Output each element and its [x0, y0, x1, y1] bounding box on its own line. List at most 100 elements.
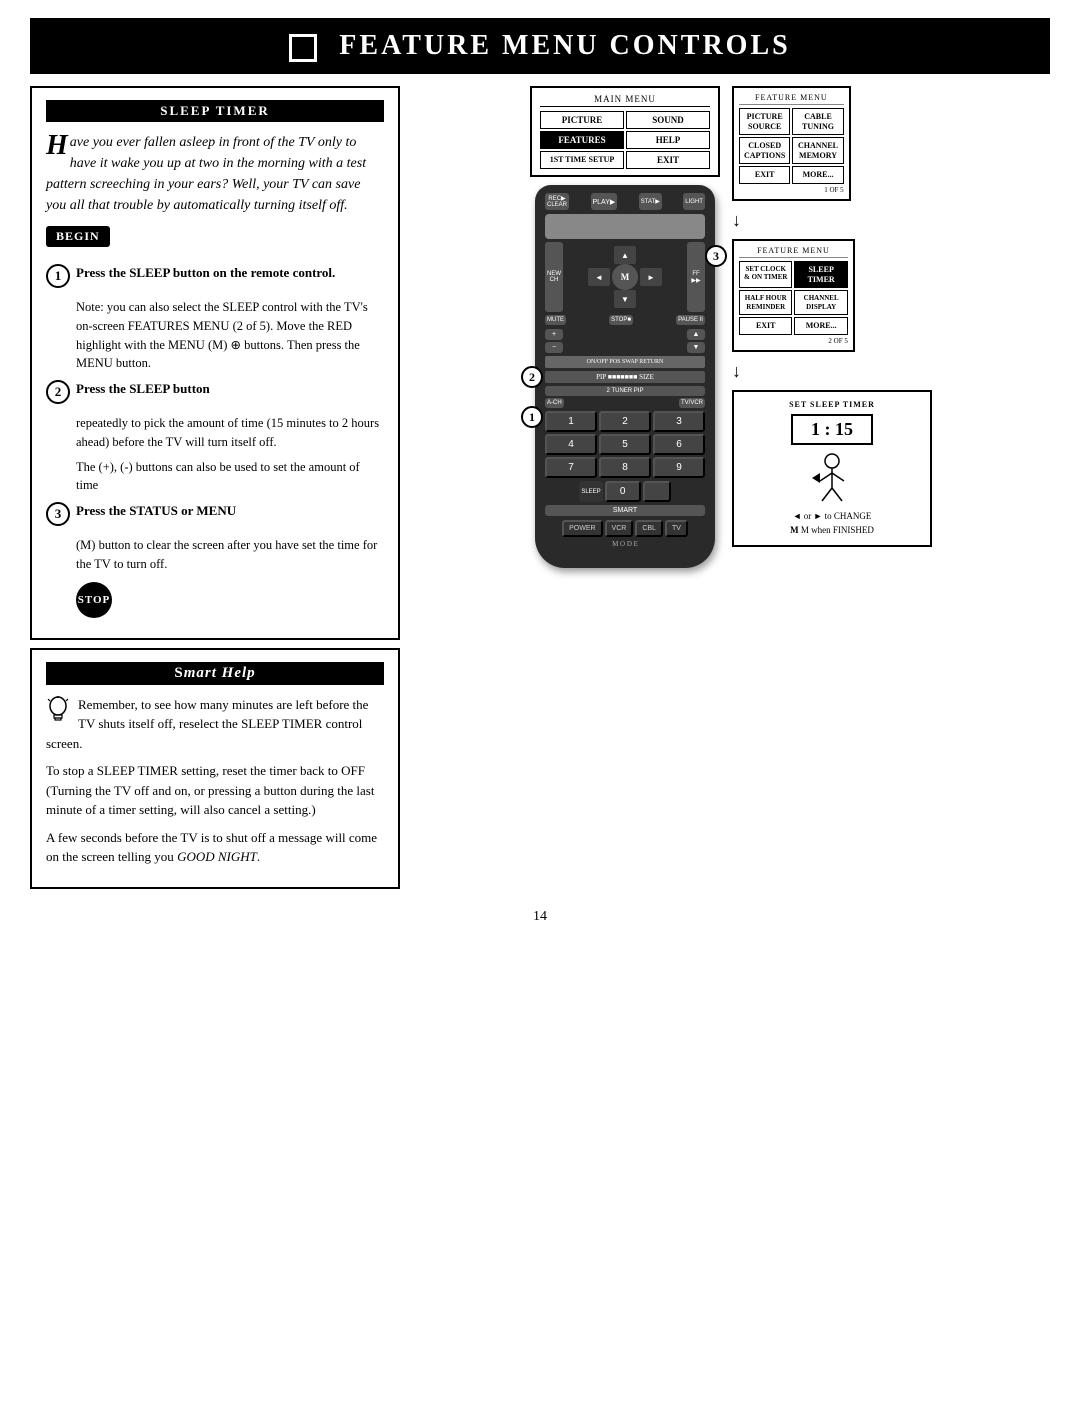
dpad-row-bottom: ▼ — [614, 290, 636, 308]
vcr-button[interactable]: VCR — [605, 520, 634, 537]
num-7-button[interactable]: 7 — [545, 457, 597, 478]
feature-more-2[interactable]: MORE... — [794, 317, 847, 335]
menu-item-help[interactable]: HELP — [626, 131, 710, 149]
menu-item-picture[interactable]: PICTURE — [540, 111, 624, 129]
remote-mute-row: MUTE STOP■ PAUSE II — [545, 315, 705, 325]
dpad-center-m[interactable]: M — [612, 264, 638, 290]
arrow-right-icon: ► — [814, 511, 823, 521]
rec-clear-button[interactable]: REC▶CLEAR — [545, 193, 569, 210]
page-title: Feature Menu Controls — [339, 30, 790, 61]
step-2-content: Press the SLEEP button — [76, 379, 210, 399]
main-content: SLEEP TIMER Have you ever fallen asleep … — [30, 86, 1050, 889]
num-8-button[interactable]: 8 — [599, 457, 651, 478]
intro-text: ave you ever fallen asleep in front of t… — [46, 135, 366, 213]
smart-help-content: Remember, to see how many minutes are le… — [46, 695, 384, 867]
sleep-timer-intro: Have you ever fallen asleep in front of … — [46, 132, 384, 216]
play-button[interactable]: PLAY▶ — [591, 193, 618, 210]
feature-menu-1-title: FEATURE MENU — [739, 93, 844, 105]
status-button[interactable]: STAT▶ — [639, 193, 662, 210]
pip-size-bar: PIP ■■■■■■■ SIZE — [545, 371, 705, 383]
vol-down-button[interactable]: − — [545, 342, 563, 353]
remote-bottom-row: POWER VCR CBL TV — [545, 520, 705, 537]
step-1: 1 Press the SLEEP button on the remote c… — [46, 263, 384, 288]
stop-button[interactable]: STOP■ — [609, 315, 633, 325]
menu-item-setup[interactable]: 1ST TIME SETUP — [540, 151, 624, 169]
step-badge-1: 1 — [521, 406, 543, 428]
step-badge-2: 2 — [521, 366, 543, 388]
mute-button[interactable]: MUTE — [545, 315, 566, 325]
feature-closed-captions[interactable]: CLOSEDCAPTIONS — [739, 137, 790, 164]
light-button[interactable]: LIGHT — [683, 193, 705, 210]
power-button[interactable]: POWER — [562, 520, 602, 537]
dpad-area: ▲ ◄ M ► ▼ — [588, 246, 662, 308]
num-1-button[interactable]: 1 — [545, 411, 597, 432]
num-2-button[interactable]: 2 — [599, 411, 651, 432]
num-5-button[interactable]: 5 — [599, 434, 651, 455]
begin-button: BEGIN — [46, 226, 110, 247]
ach-tvvcr-row: A-CH TV/VCR — [545, 398, 705, 408]
feature-channel-display[interactable]: CHANNELDISPLAY — [794, 290, 847, 315]
pip-label: ON/OFF POS SWAP RETURN — [587, 359, 664, 365]
right-column: MAIN MENU PICTURE SOUND FEATURES HELP 1S… — [412, 86, 1050, 889]
pip-bar: ON/OFF POS SWAP RETURN — [545, 356, 705, 368]
ch-up-button[interactable]: ▲ — [687, 329, 705, 340]
dpad-up[interactable]: ▲ — [614, 246, 636, 264]
pause-button[interactable]: PAUSE II — [676, 315, 705, 325]
feature-exit-1[interactable]: EXIT — [739, 166, 790, 184]
feature-channel-memory[interactable]: CHANNELMEMORY — [792, 137, 843, 164]
num-4-button[interactable]: 4 — [545, 434, 597, 455]
ch-controls: ▲ ▼ — [687, 329, 705, 353]
sleep-timer-value: 1 : 15 — [791, 414, 873, 445]
drop-cap: H — [46, 132, 68, 160]
feature-half-hour[interactable]: HALF HOURREMINDER — [739, 290, 792, 315]
sleep-row: SLEEP 0 — [545, 481, 705, 502]
ch-down-button[interactable]: ▼ — [687, 342, 705, 353]
smart-button[interactable]: SMART — [545, 505, 705, 516]
new-ch-button[interactable]: NEWCH — [545, 242, 563, 312]
step-3-content: Press the STATUS or MENU — [76, 501, 236, 521]
dpad-down[interactable]: ▼ — [614, 290, 636, 308]
when-finished-label: M when FINISHED — [801, 525, 874, 535]
vol-controls: + − — [545, 329, 563, 353]
tuner-pip-button[interactable]: 2 TUNER PIP — [545, 386, 705, 396]
vol-up-button[interactable]: + — [545, 329, 563, 340]
num-9-button[interactable]: 9 — [653, 457, 705, 478]
num-3-button[interactable]: 3 — [653, 411, 705, 432]
tuner-pip-row: 2 TUNER PIP — [545, 386, 705, 396]
feature-cable-tuning[interactable]: CABLETUNING — [792, 108, 843, 135]
step-1-note: Note: you can also select the SLEEP cont… — [76, 298, 384, 373]
screens-column: FEATURE MENU PICTURESOURCE CABLETUNING C… — [732, 86, 932, 547]
num-0-button[interactable]: 0 — [605, 481, 641, 502]
menu-item-features[interactable]: FEATURES — [540, 131, 624, 149]
tv-vcr-button[interactable]: TV/VCR — [679, 398, 705, 408]
feature-more-1[interactable]: MORE... — [792, 166, 843, 184]
m-finished-label: M — [790, 525, 799, 535]
tv-button[interactable]: TV — [665, 520, 688, 537]
step-2: 2 Press the SLEEP button — [46, 379, 384, 404]
feature-menu-2-screen: FEATURE MENU SET CLOCK& ON TIMER SLEEPTI… — [732, 239, 855, 352]
smart-help-para-2: To stop a SLEEP TIMER setting, reset the… — [46, 761, 384, 820]
page-header: Feature Menu Controls — [30, 18, 1050, 74]
mode-label: M O D E — [545, 540, 705, 548]
smart-help-section: Smart Help Remember, to see how many min… — [30, 648, 400, 889]
menu-item-sound[interactable]: SOUND — [626, 111, 710, 129]
remote-second-row: NEWCH ▲ ◄ M ► — [545, 242, 705, 312]
cbl-button[interactable]: CBL — [635, 520, 663, 537]
feature-picture-source[interactable]: PICTURESOURCE — [739, 108, 790, 135]
menu-item-exit[interactable]: EXIT — [626, 151, 710, 169]
arrow-left-icon: ◄ — [793, 511, 802, 521]
a-ch-button[interactable]: A-CH — [545, 398, 564, 408]
left-column: SLEEP TIMER Have you ever fallen asleep … — [30, 86, 400, 889]
dpad-left[interactable]: ◄ — [588, 268, 610, 286]
num-extra-button[interactable] — [643, 481, 671, 502]
feature-exit-2[interactable]: EXIT — [739, 317, 792, 335]
remote-number-grid: 1 2 3 4 5 6 7 8 9 — [545, 411, 705, 478]
feature-set-clock[interactable]: SET CLOCK& ON TIMER — [739, 261, 792, 288]
feature-sleep-timer[interactable]: SLEEPTIMER — [794, 261, 847, 288]
timer-controls-area — [742, 453, 922, 503]
change-label: to CHANGE — [825, 511, 872, 521]
ff-button[interactable]: FF▶▶ — [687, 242, 705, 312]
arrow-down-2: ↓ — [732, 362, 741, 380]
dpad-right[interactable]: ► — [640, 268, 662, 286]
num-6-button[interactable]: 6 — [653, 434, 705, 455]
